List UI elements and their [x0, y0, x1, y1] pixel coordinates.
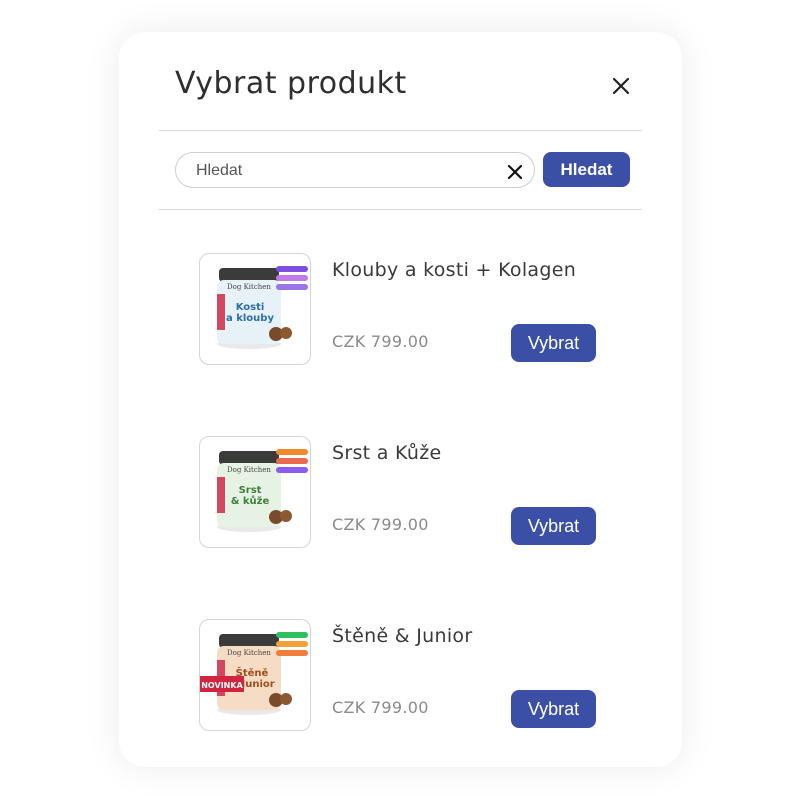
svg-text:a klouby: a klouby [226, 313, 274, 324]
product-image: Dog Kitchen Štěně & Junior NOVINKA [199, 619, 311, 731]
clear-search-button[interactable] [504, 161, 526, 183]
product-image: Dog Kitchen Kosti a klouby [199, 253, 311, 365]
modal-title: Vybrat produkt [175, 66, 407, 101]
product-item: Dog Kitchen Srst & kůže Srst a Kůže CZK … [199, 436, 599, 551]
select-product-modal: Vybrat produkt Hledat Dog Kitchen Kosti … [119, 32, 682, 767]
product-name: Štěně & Junior [332, 625, 473, 647]
search-button[interactable]: Hledat [543, 152, 630, 187]
product-item: Dog Kitchen Štěně & Junior NOVINKA Štěně… [199, 619, 599, 734]
product-price: CZK 799.00 [332, 332, 429, 351]
header-divider [159, 130, 642, 131]
select-product-button[interactable]: Vybrat [511, 507, 596, 545]
svg-text:Dog Kitchen: Dog Kitchen [227, 649, 271, 657]
search-divider [159, 209, 642, 210]
product-price: CZK 799.00 [332, 515, 429, 534]
close-icon [507, 164, 523, 180]
new-badge-label: NOVINKA [201, 681, 243, 690]
svg-text:Srst: Srst [239, 485, 262, 496]
product-item: Dog Kitchen Kosti a klouby Klouby a kost… [199, 253, 599, 368]
select-product-button[interactable]: Vybrat [511, 324, 596, 362]
search-field [175, 152, 535, 189]
product-name: Klouby a kosti + Kolagen [332, 259, 577, 281]
svg-text:Kosti: Kosti [236, 302, 265, 313]
product-price: CZK 799.00 [332, 698, 429, 717]
svg-text:& kůže: & kůže [231, 494, 270, 507]
svg-text:Dog Kitchen: Dog Kitchen [227, 466, 271, 474]
close-button[interactable] [607, 72, 635, 100]
close-icon [612, 77, 630, 95]
product-jar-label: Dog Kitchen [227, 283, 271, 291]
search-input[interactable] [194, 153, 498, 189]
product-name: Srst a Kůže [332, 442, 442, 464]
product-image: Dog Kitchen Srst & kůže [199, 436, 311, 548]
select-product-button[interactable]: Vybrat [511, 690, 596, 728]
